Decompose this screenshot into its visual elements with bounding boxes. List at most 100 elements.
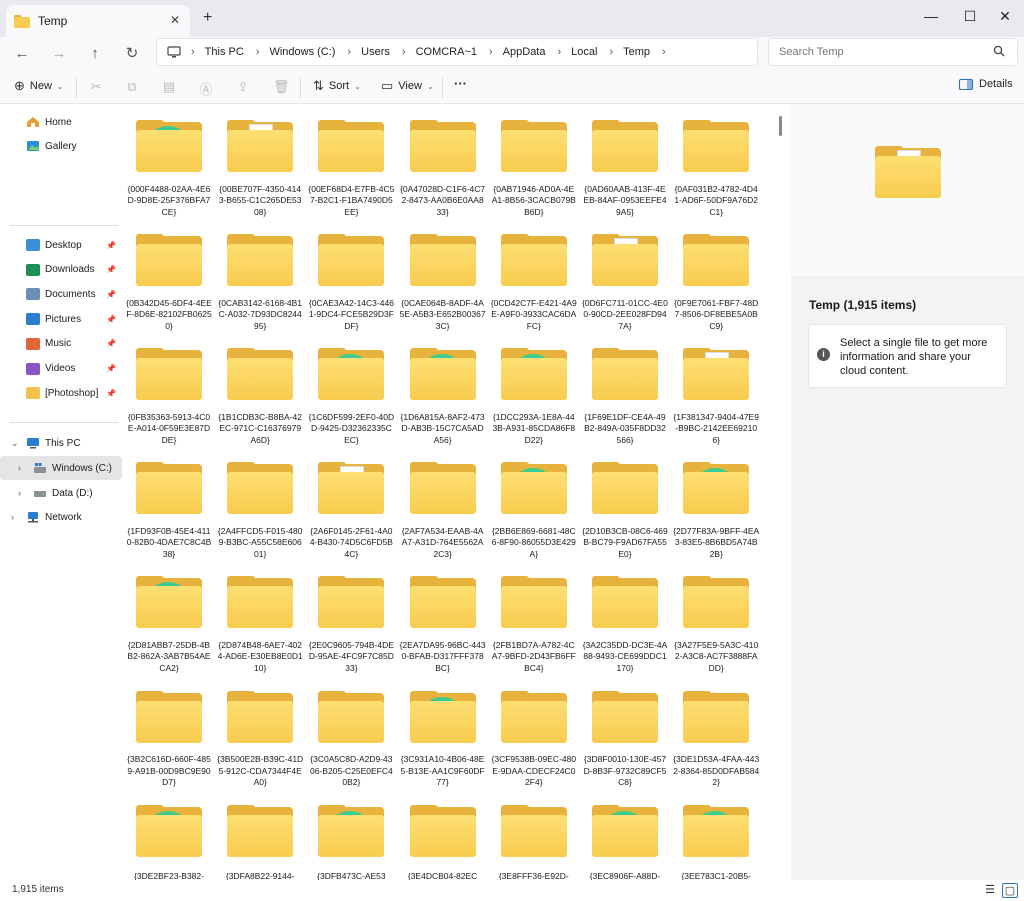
sidebar-item-data-d[interactable]: › Data (D:) [0, 481, 122, 505]
folder-item[interactable]: {2D874B48-6AE7-4024-AD6E-E30EB8E0D110} [215, 560, 305, 674]
sidebar-item-gallery[interactable]: Gallery [0, 134, 122, 158]
folder-item[interactable]: {2D10B3CB-08C6-469B-BC79-F9AD67FA55E0} [580, 446, 670, 560]
sidebar-item-windows-c[interactable]: › Windows (C:) [0, 456, 122, 480]
sidebar-item-pictures[interactable]: Pictures 📌 [0, 307, 122, 331]
folder-item[interactable]: {0F9E7061-FBF7-48D7-8506-DF8EBE5A0BC9} [671, 218, 761, 332]
chevron-right-icon[interactable]: › [256, 46, 260, 58]
breadcrumb-item[interactable]: AppData › [503, 46, 571, 58]
folder-item[interactable]: {3E8FFF36-E92D- [489, 789, 579, 880]
folder-item[interactable]: {1F69E1DF-CE4A-49B2-849A-035F8DD32566} [580, 332, 670, 446]
address-bar[interactable]: › This PC › Windows (C:) › Users › COMCRA~1 › Ap… [156, 38, 758, 66]
sidebar-item-this-pc[interactable]: ⌄ This PC [0, 431, 122, 455]
share-icon[interactable]: ⇪ [235, 79, 251, 95]
folder-item[interactable]: {2D81ABB7-25DB-4BB2-862A-3AB7B54AECA2} [124, 560, 214, 674]
folder-item[interactable]: {3DFA8B22-9144- [215, 789, 305, 880]
chevron-down-icon[interactable]: ⌄ [11, 438, 19, 449]
cut-icon[interactable]: ✂ [88, 79, 104, 95]
folder-item[interactable]: {3DFB473C-AE53 [306, 789, 396, 880]
folder-item[interactable]: {0CD42C7F-E421-4A9E-A9F0-3933CAC6DAFC} [489, 218, 579, 332]
folder-item[interactable]: {3DE2BF23-B382- [124, 789, 214, 880]
close-window-button[interactable]: ✕ [990, 5, 1020, 27]
breadcrumb-item[interactable]: Windows (C:) › [269, 46, 361, 58]
breadcrumb-item[interactable]: Users › [361, 46, 415, 58]
maximize-button[interactable]: ☐ [955, 5, 985, 27]
scrollbar-thumb[interactable] [779, 116, 782, 136]
refresh-button[interactable]: ↻ [121, 43, 143, 65]
delete-icon[interactable]: 🗑 [273, 79, 290, 95]
folder-item[interactable]: {3A2C35DD-DC3E-4A88-9493-CE699DDC1170} [580, 560, 670, 674]
rename-icon[interactable]: Ⓐ [198, 79, 214, 98]
search-input[interactable] [779, 46, 979, 58]
chevron-right-icon[interactable]: › [402, 46, 406, 58]
chevron-right-icon[interactable]: › [347, 46, 351, 58]
folder-item[interactable]: {1FD93F0B-45E4-4110-82B0-4DAE7C8C4B38} [124, 446, 214, 560]
folder-item[interactable]: {0D6FC711-01CC-4E00-90CD-2EE028FD947A} [580, 218, 670, 332]
folder-item[interactable]: {0B342D45-6DF4-4EEF-8D6E-82102FB06250} [124, 218, 214, 332]
folder-item[interactable]: {2D77F83A-9BFF-4EA3-83E5-8B6BD5A74B2B} [671, 446, 761, 560]
sidebar-item-photoshop[interactable]: [Photoshop] 📌 [0, 381, 122, 405]
sidebar-item-documents[interactable]: Documents 📌 [0, 282, 122, 306]
search-box[interactable] [768, 38, 1018, 66]
folder-item[interactable]: {00EF68D4-E7FB-4C57-B2C1-F1BA7490D5EE} [306, 104, 396, 218]
forward-button[interactable]: → [48, 43, 70, 65]
folder-item[interactable]: {2BB6E869-6681-48C6-8F90-86055D3E429A} [489, 446, 579, 560]
breadcrumb-item[interactable]: COMCRA~1 › [416, 46, 503, 58]
folder-item[interactable]: {1DCC293A-1E8A-443B-A931-85CDA86F8D22} [489, 332, 579, 446]
paste-icon[interactable]: ▤ [161, 79, 177, 95]
folder-item[interactable]: {2EA7DA95-96BC-4430-BFAB-D317FFF378BC} [398, 560, 488, 674]
new-button[interactable]: ⊕ New ⌄ [14, 78, 64, 94]
breadcrumb-item[interactable]: This PC › [205, 46, 270, 58]
details-view-icon[interactable]: ☰ [982, 883, 998, 898]
new-tab-button[interactable]: + [203, 9, 212, 27]
view-button[interactable]: ▭ View ⌄ [381, 78, 434, 94]
sidebar-item-music[interactable]: Music 📌 [0, 332, 122, 356]
tab-close-icon[interactable]: ✕ [170, 13, 180, 27]
folder-item[interactable]: {2A6F0145-2F61-4A04-B430-74D5C6FD5B4C} [306, 446, 396, 560]
chevron-right-icon[interactable]: › [489, 46, 493, 58]
folder-item[interactable]: {3A27F5E9-5A3C-4102-A3C8-AC7F3888FADD} [671, 560, 761, 674]
folder-item[interactable]: {3B2C616D-660F-4859-A91B-00D9BC9E90D7} [124, 675, 214, 789]
folder-item[interactable]: {2E0C9605-794B-4DED-95AE-4FC9F7C85D33} [306, 560, 396, 674]
sidebar-item-videos[interactable]: Videos 📌 [0, 357, 122, 381]
minimize-button[interactable]: — [916, 5, 946, 27]
search-icon[interactable] [993, 45, 1005, 57]
folder-item[interactable]: {1B1CDB3C-B8BA-42EC-971C-C16376979A6D} [215, 332, 305, 446]
folder-item[interactable]: {0CAE3A42-14C3-4461-9DC4-FCE5B29D3FDF} [306, 218, 396, 332]
folder-item[interactable]: {3EE783C1-20B5- [671, 789, 761, 880]
folder-item[interactable]: {0A47028D-C1F6-4C72-8473-AA0B6E0AA833} [398, 104, 488, 218]
folder-item[interactable]: {2FB1BD7A-A782-4CA7-9BFD-2D43FB6FFBC4} [489, 560, 579, 674]
folder-item[interactable]: {1F381347-9404-47E9-B9BC-2142EE692106} [671, 332, 761, 446]
folder-item[interactable]: {0AB71946-AD0A-4EA1-8B56-3CACB079BB6D} [489, 104, 579, 218]
folder-item[interactable]: {3EC8906F-A88D- [580, 789, 670, 880]
folder-item[interactable]: {0FB35363-5913-4C0E-A014-0F59E3E87DDE} [124, 332, 214, 446]
folder-item[interactable]: {0AF031B2-4782-4D41-AD6F-50DF9A76D2C1} [671, 104, 761, 218]
details-button[interactable]: Details [959, 78, 1013, 90]
breadcrumb-item[interactable]: Temp › [623, 46, 676, 58]
chevron-right-icon[interactable]: › [662, 46, 666, 58]
chevron-right-icon[interactable]: › [11, 512, 14, 522]
large-icons-view-icon[interactable]: ▢ [1002, 883, 1018, 898]
folder-item[interactable]: {1D6A815A-8AF2-473D-AB3B-15C7CA5ADA56} [398, 332, 488, 446]
sidebar-item-downloads[interactable]: Downloads 📌 [0, 258, 122, 282]
folder-item[interactable]: {0AD60AAB-413F-4EEB-84AF-0953EEFE49A5} [580, 104, 670, 218]
sidebar-item-desktop[interactable]: Desktop 📌 [0, 233, 122, 257]
chevron-right-icon[interactable]: › [18, 463, 21, 473]
folder-item[interactable]: {3B500E2B-B39C-41D5-912C-CDA7344F4EA0} [215, 675, 305, 789]
folder-item[interactable]: {2AF7A534-EAAB-4AA7-A31D-764E5562A2C3} [398, 446, 488, 560]
sidebar-item-home[interactable]: Home [0, 110, 122, 134]
folder-item[interactable]: {3C0A5C8D-A2D9-4306-B205-C25E0EFC40B2} [306, 675, 396, 789]
chevron-right-icon[interactable]: › [609, 46, 613, 58]
folder-item[interactable]: {2A4FFCD5-F015-4809-B3BC-A55C58E60601} [215, 446, 305, 560]
tab-temp[interactable]: Temp ✕ [6, 5, 190, 37]
folder-item[interactable]: {1C6DF599-2EF0-40DD-9425-D32362335CEC} [306, 332, 396, 446]
folder-item[interactable]: {3E4DCB04-82EC [398, 789, 488, 880]
folder-item[interactable]: {3D8F0010-130E-457D-8B3F-9732C89CF5C8} [580, 675, 670, 789]
chevron-right-icon[interactable]: › [18, 488, 21, 498]
copy-icon[interactable]: ⧉ [124, 79, 140, 95]
folder-item[interactable]: {00BE707F-4350-4143-B655-C1C265DE5308} [215, 104, 305, 218]
sort-button[interactable]: ⇅ Sort ⌄ [313, 78, 361, 94]
folder-item[interactable]: {3DE1D53A-4FAA-4432-8364-85D0DFAB5842} [671, 675, 761, 789]
folder-item[interactable]: {000F4488-02AA-4E6D-9D8E-25F376BFA7CE} [124, 104, 214, 218]
folder-item[interactable]: {3CF9538B-09EC-480E-9DAA-CDECF24C02F4} [489, 675, 579, 789]
folder-item[interactable]: {3C931A10-4B06-48E5-B13E-AA1C9F60DF77} [398, 675, 488, 789]
